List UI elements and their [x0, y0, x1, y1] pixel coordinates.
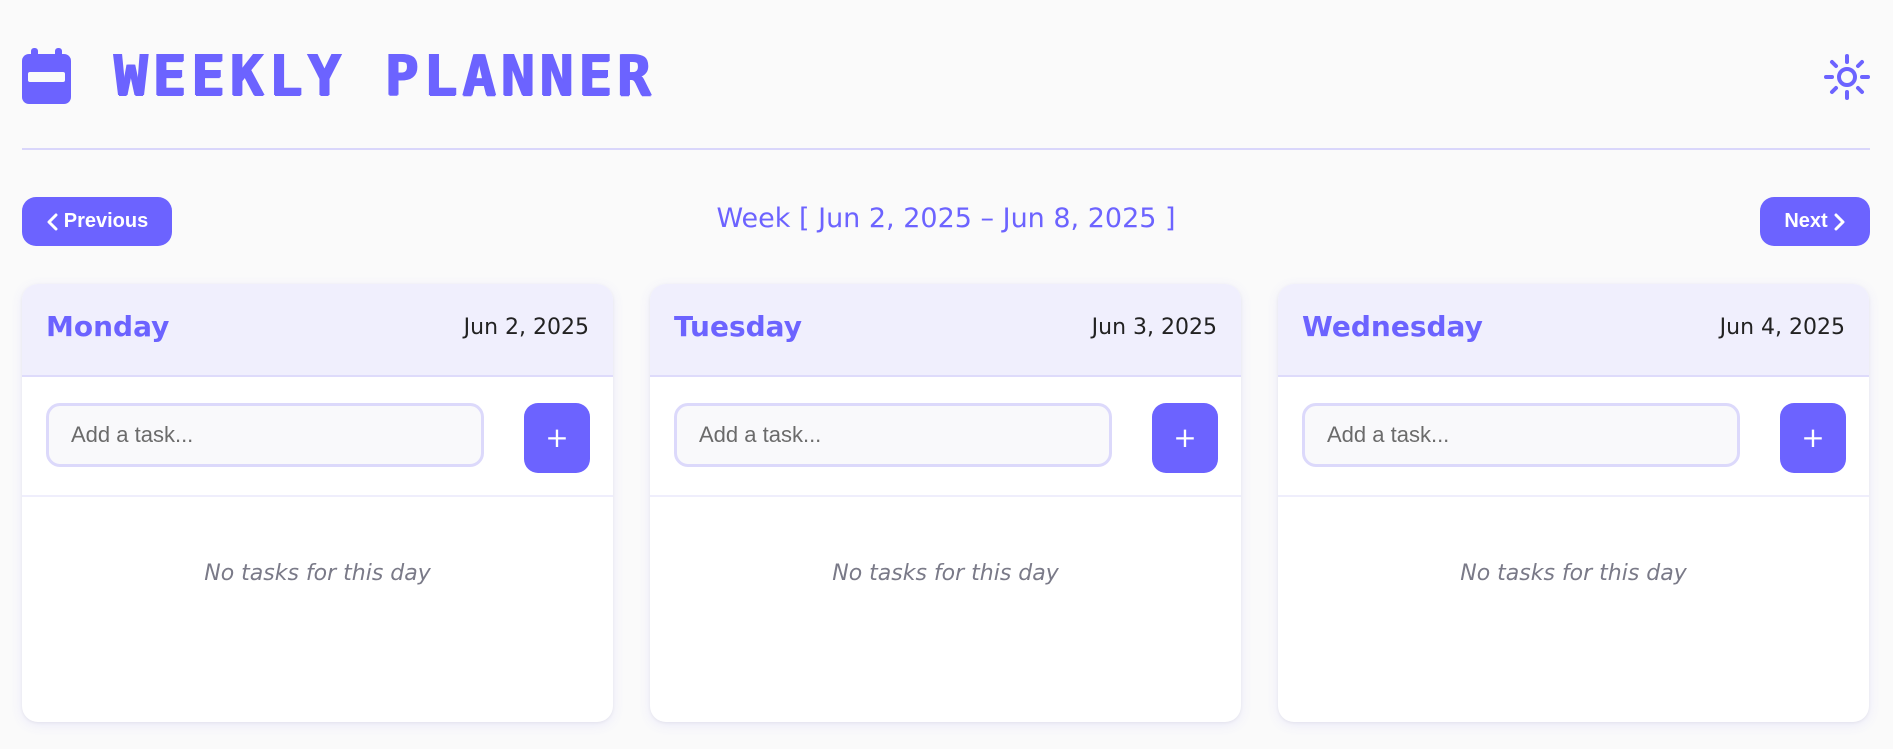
- day-header: Wednesday Jun 4, 2025: [1278, 284, 1869, 377]
- day-header: Monday Jun 2, 2025: [22, 284, 613, 377]
- previous-week-label: Previous: [63, 210, 149, 232]
- previous-week-button[interactable]: Previous: [22, 197, 172, 246]
- chevron-left-icon: [46, 213, 58, 231]
- task-input[interactable]: [674, 403, 1112, 467]
- day-name: Monday: [46, 310, 170, 343]
- day-name: Wednesday: [1302, 310, 1483, 343]
- task-input[interactable]: [46, 403, 484, 467]
- day-name: Tuesday: [674, 310, 802, 343]
- day-card-monday: Monday Jun 2, 2025 + No tasks for this d…: [22, 284, 613, 722]
- empty-tasks-message: No tasks for this day: [1460, 561, 1687, 586]
- next-week-button[interactable]: Next: [1760, 197, 1870, 246]
- add-task-button[interactable]: +: [1780, 403, 1846, 473]
- next-week-label: Next: [1784, 210, 1828, 232]
- day-date: Jun 3, 2025: [1091, 315, 1217, 340]
- sun-icon: [1824, 54, 1870, 103]
- day-card-tuesday: Tuesday Jun 3, 2025 + No tasks for this …: [650, 284, 1241, 722]
- divider: [22, 495, 613, 497]
- day-date: Jun 2, 2025: [463, 315, 589, 340]
- day-cards: Monday Jun 2, 2025 + No tasks for this d…: [22, 284, 1870, 722]
- calendar-icon: [22, 48, 71, 104]
- app-header: WEEKLY PLANNER: [22, 0, 1870, 150]
- chevron-right-icon: [1834, 213, 1846, 231]
- empty-tasks-message: No tasks for this day: [832, 561, 1059, 586]
- week-range-label: Week [ Jun 2, 2025 – Jun 8, 2025 ]: [716, 203, 1176, 234]
- add-task-button[interactable]: +: [1152, 403, 1218, 473]
- app-title: WEEKLY PLANNER: [114, 44, 657, 109]
- empty-tasks-message: No tasks for this day: [204, 561, 431, 586]
- day-card-wednesday: Wednesday Jun 4, 2025 + No tasks for thi…: [1278, 284, 1869, 722]
- task-input[interactable]: [1302, 403, 1740, 467]
- add-task-button[interactable]: +: [524, 403, 590, 473]
- day-header: Tuesday Jun 3, 2025: [650, 284, 1241, 377]
- weekly-planner-app: WEEKLY PLANNER Previous Week [Jun 2, 20…: [0, 0, 1893, 749]
- divider: [650, 495, 1241, 497]
- divider: [1278, 495, 1869, 497]
- week-navigation: Previous Week [ Jun 2, 2025 – Jun 8, 202…: [22, 197, 1870, 247]
- day-date: Jun 4, 2025: [1719, 315, 1845, 340]
- theme-toggle-button[interactable]: [1824, 54, 1870, 100]
